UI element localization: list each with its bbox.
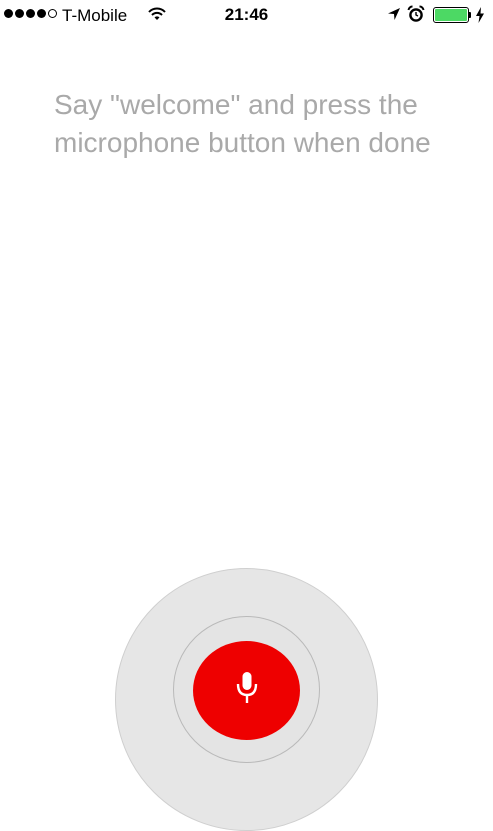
battery-tip xyxy=(469,12,471,18)
alarm-clock-icon xyxy=(407,5,425,28)
microphone-icon xyxy=(235,670,259,711)
microphone-button[interactable] xyxy=(193,641,300,740)
charging-bolt-icon xyxy=(475,7,485,28)
status-bar: T-Mobile 21:46 xyxy=(0,0,493,34)
battery-icon xyxy=(433,7,469,23)
location-arrow-icon xyxy=(387,7,401,26)
battery-level xyxy=(435,9,467,21)
instruction-text: Say "welcome" and press the microphone b… xyxy=(54,89,431,158)
